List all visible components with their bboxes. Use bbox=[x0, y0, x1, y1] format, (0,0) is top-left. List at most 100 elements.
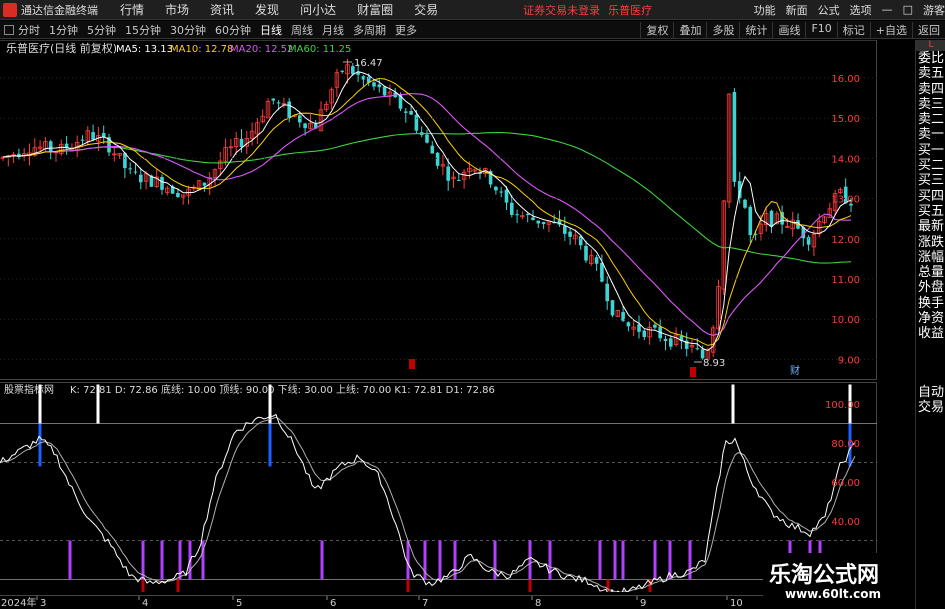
scroll-label[interactable]: L bbox=[916, 40, 945, 51]
period-multi[interactable]: 多周期 bbox=[353, 22, 386, 38]
price-tick-label: 11.00 bbox=[831, 275, 860, 286]
red-signal-bar bbox=[406, 579, 410, 592]
date-tick-label: 5 bbox=[236, 598, 242, 609]
tool-overlay[interactable]: 叠加 bbox=[673, 21, 706, 38]
candle-body bbox=[695, 348, 700, 350]
candle-body bbox=[276, 102, 281, 104]
period-daily[interactable]: 日线 bbox=[260, 22, 282, 38]
menu-quotes[interactable]: 行情 bbox=[120, 1, 144, 18]
menu-news[interactable]: 资讯 bbox=[210, 1, 234, 18]
date-tick-label: 7 bbox=[422, 598, 428, 609]
quote-tab-14[interactable]: 总量 bbox=[916, 265, 945, 280]
period-weekly[interactable]: 周线 bbox=[291, 22, 313, 38]
tool-stats[interactable]: 统计 bbox=[739, 21, 772, 38]
candle-body bbox=[340, 70, 344, 72]
menu-wealth[interactable]: 财富圈 bbox=[357, 1, 393, 18]
candle-body bbox=[653, 324, 657, 328]
tool-add-watch[interactable]: +自选 bbox=[869, 21, 912, 38]
period-more[interactable]: 更多 bbox=[395, 22, 417, 38]
purple-signal-bar bbox=[438, 540, 442, 580]
candle-body bbox=[743, 199, 747, 208]
toggle-panel-icon[interactable] bbox=[4, 24, 14, 35]
quote-tab-10[interactable]: 买五 bbox=[916, 204, 945, 219]
price-tick-label: 12.00 bbox=[831, 235, 860, 246]
tool-f10[interactable]: F10 bbox=[805, 21, 836, 38]
candle-body bbox=[525, 214, 530, 216]
tool-adjust[interactable]: 复权 bbox=[640, 21, 673, 38]
quote-tab-12[interactable]: 涨跌 bbox=[916, 235, 945, 250]
watermark: 乐淘公式网 www.60lt.com bbox=[763, 553, 915, 609]
period-intraday[interactable]: 分时 bbox=[18, 22, 40, 38]
quote-tab-17[interactable]: 净资 bbox=[916, 311, 945, 326]
indicator-chart[interactable]: 股票指标网 K: 72.81 D: 72.86 底线: 10.00 顶线: 90… bbox=[0, 382, 877, 592]
app-logo-icon bbox=[3, 2, 17, 17]
candlestick-chart[interactable]: 乐普医疗(日线 前复权) MA5: 13.13 MA10: 12.78 MA20… bbox=[0, 40, 877, 380]
bottom-tab-0[interactable]: 自动 bbox=[916, 385, 945, 400]
quote-tab-13[interactable]: 涨幅 bbox=[916, 250, 945, 265]
menu-formula[interactable]: 公式 bbox=[818, 2, 840, 18]
purple-signal-bar bbox=[141, 540, 145, 580]
menu-function[interactable]: 功能 bbox=[754, 2, 776, 18]
date-tick-label: 8 bbox=[535, 598, 541, 609]
tool-draw[interactable]: 画线 bbox=[772, 21, 805, 38]
date-axis: 2024年 3 4 5 6 7 8 9 10 bbox=[0, 595, 877, 609]
candle-body bbox=[732, 92, 737, 182]
candle-body bbox=[435, 152, 440, 166]
login-alert[interactable]: 证券交易未登录 bbox=[523, 2, 600, 18]
quote-tab-6[interactable]: 买一 bbox=[916, 143, 945, 158]
menu-new-layout[interactable]: 新面 bbox=[786, 2, 808, 18]
candle-body bbox=[536, 220, 541, 224]
minimize-icon[interactable]: — bbox=[882, 3, 893, 16]
candle-body bbox=[425, 134, 429, 143]
quote-tab-0[interactable]: 委比 bbox=[916, 51, 945, 66]
period-monthly[interactable]: 月线 bbox=[322, 22, 344, 38]
quote-tab-9[interactable]: 买四 bbox=[916, 189, 945, 204]
date-tick-label: 9 bbox=[640, 598, 646, 609]
quote-tab-4[interactable]: 卖二 bbox=[916, 112, 945, 127]
quote-tab-11[interactable]: 最新 bbox=[916, 219, 945, 234]
red-signal-bar bbox=[141, 579, 145, 592]
period-1min[interactable]: 1分钟 bbox=[49, 22, 78, 38]
menu-options[interactable]: 选项 bbox=[850, 2, 872, 18]
candles bbox=[0, 58, 853, 361]
quote-tab-18[interactable]: 收益 bbox=[916, 326, 945, 341]
indicator-values: K: 72.81 D: 72.86 底线: 10.00 顶线: 90.00 下线… bbox=[70, 383, 495, 396]
candle-body bbox=[605, 283, 609, 302]
finance-marker[interactable]: 财 bbox=[790, 364, 800, 377]
quote-tab-15[interactable]: 外盘 bbox=[916, 280, 945, 295]
quote-tab-5[interactable]: 卖一 bbox=[916, 127, 945, 142]
bottom-tab-1[interactable]: 交易 bbox=[916, 400, 945, 415]
period-5min[interactable]: 5分钟 bbox=[87, 22, 116, 38]
quote-tab-16[interactable]: 换手 bbox=[916, 296, 945, 311]
event-marker-icon[interactable] bbox=[690, 367, 696, 377]
main-stock-label: 乐普医疗(日线 前复权) bbox=[6, 41, 117, 55]
low-price-label: 8.93 bbox=[703, 358, 725, 369]
menu-trade[interactable]: 交易 bbox=[414, 1, 438, 18]
tool-mark[interactable]: 标记 bbox=[836, 21, 870, 38]
menu-market[interactable]: 市场 bbox=[165, 1, 189, 18]
menu-ask[interactable]: 问小达 bbox=[300, 1, 336, 18]
period-15min[interactable]: 15分钟 bbox=[125, 22, 161, 38]
candle-body bbox=[239, 138, 244, 148]
candle-body bbox=[80, 139, 85, 141]
candle-body bbox=[377, 84, 382, 88]
quote-tab-1[interactable]: 卖五 bbox=[916, 66, 945, 81]
user-guest[interactable]: 游客 bbox=[923, 2, 945, 18]
event-marker-icon[interactable] bbox=[409, 359, 415, 369]
maximize-icon[interactable]: □ bbox=[903, 3, 913, 16]
price-tick-label: 14.00 bbox=[831, 154, 860, 165]
quote-tab-7[interactable]: 买二 bbox=[916, 158, 945, 173]
tool-multi-stock[interactable]: 多股 bbox=[706, 21, 739, 38]
purple-signal-bar bbox=[613, 540, 617, 580]
candle-body bbox=[128, 168, 132, 170]
quote-tab-2[interactable]: 卖四 bbox=[916, 82, 945, 97]
period-60min[interactable]: 60分钟 bbox=[215, 22, 251, 38]
period-30min[interactable]: 30分钟 bbox=[170, 22, 206, 38]
tool-back[interactable]: 返回 bbox=[912, 21, 945, 38]
quote-tab-3[interactable]: 卖三 bbox=[916, 97, 945, 112]
quote-tab-8[interactable]: 买三 bbox=[916, 173, 945, 188]
candle-body bbox=[769, 210, 774, 227]
menu-discover[interactable]: 发现 bbox=[255, 1, 279, 18]
purple-signal-bar bbox=[598, 540, 602, 580]
candle-body bbox=[563, 225, 567, 234]
